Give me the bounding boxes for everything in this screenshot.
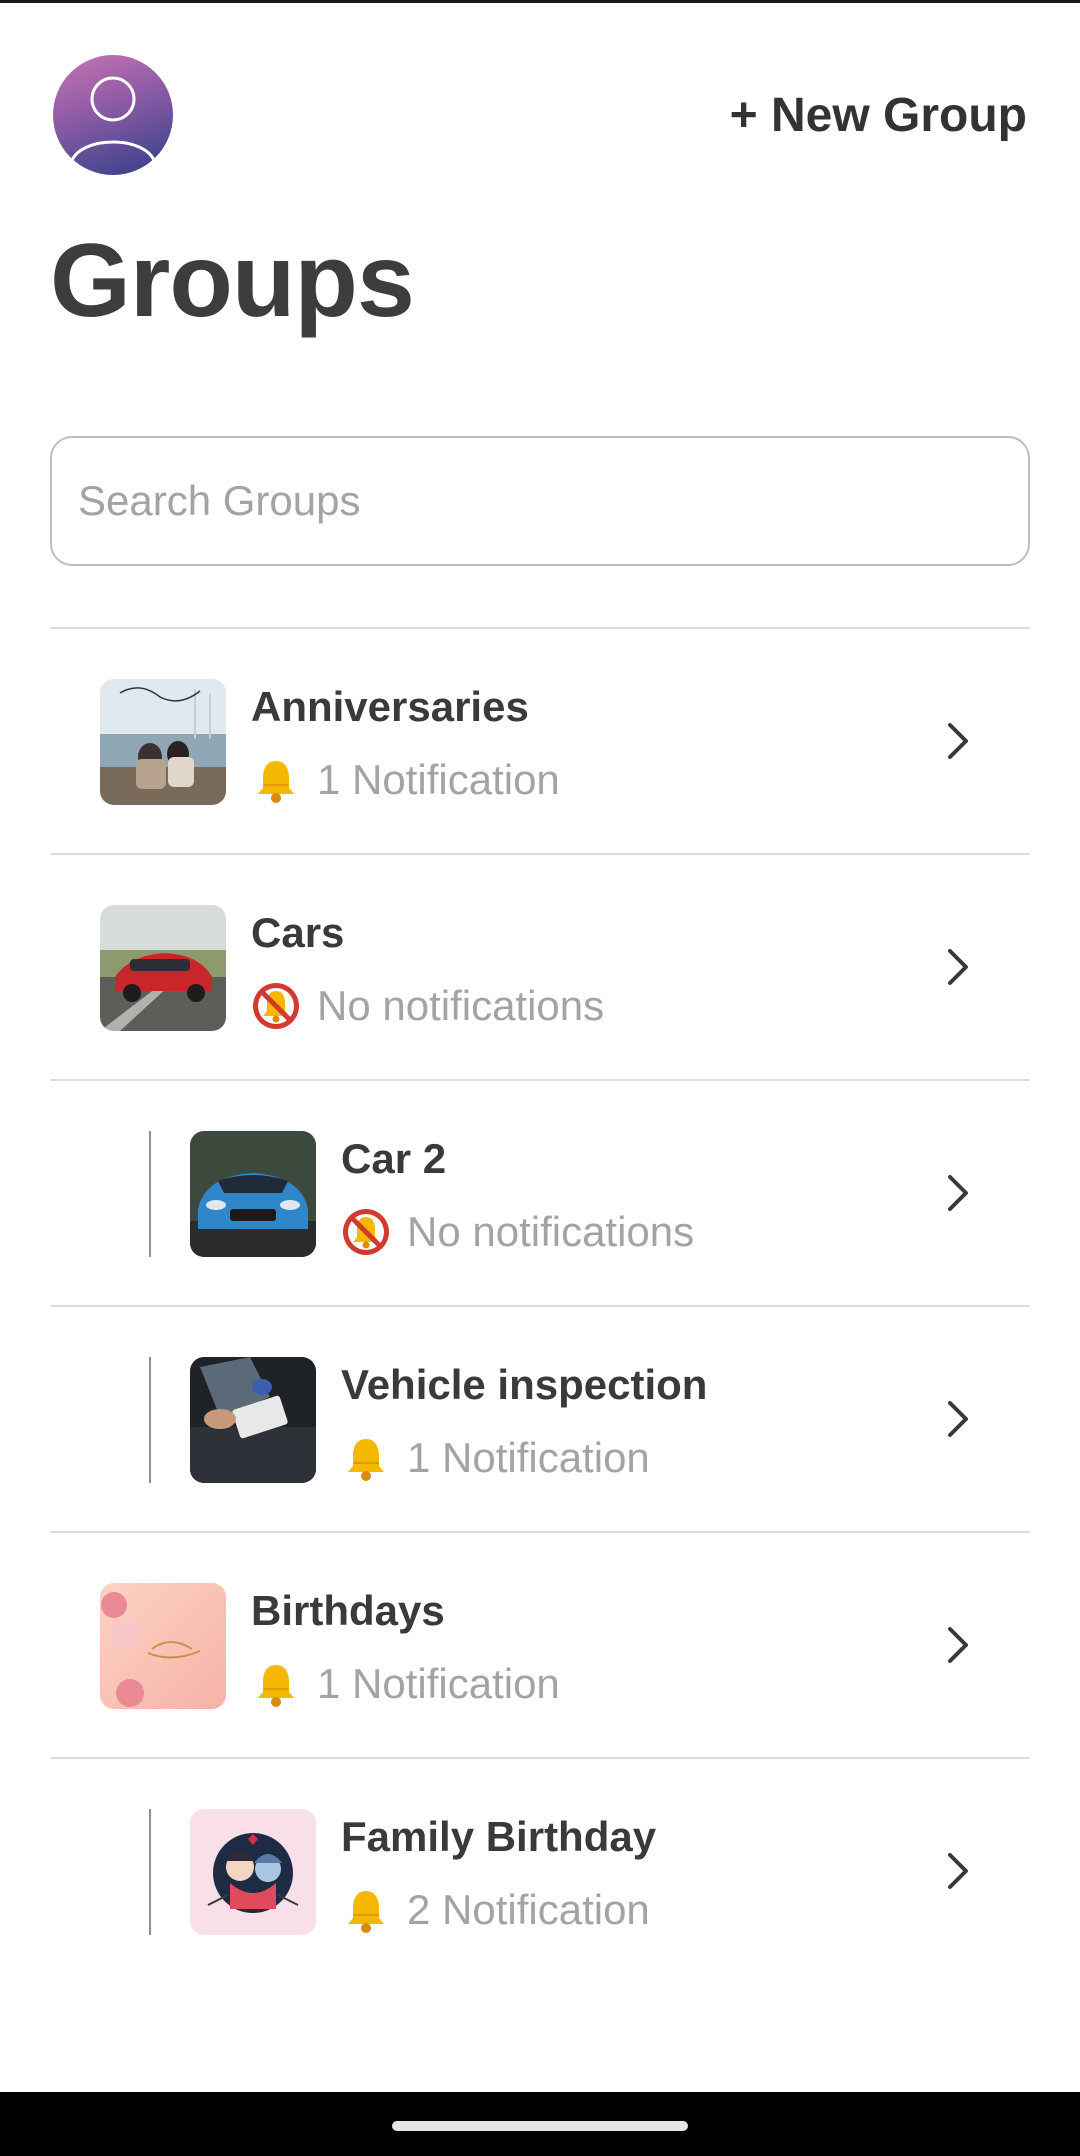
- group-notification-status: 1 Notification: [341, 1433, 650, 1483]
- group-notification-status: 1 Notification: [251, 755, 560, 805]
- group-title: Anniversaries: [251, 683, 529, 730]
- notification-text: No notifications: [407, 1208, 695, 1255]
- bell-icon: [258, 761, 294, 803]
- group-notification-status: No notifications: [251, 981, 604, 1031]
- group-thumbnail: [100, 679, 226, 805]
- system-navigation-bar: [0, 2092, 1080, 2156]
- group-title: Car 2: [341, 1135, 447, 1182]
- user-avatar-icon: [69, 76, 157, 164]
- search-input[interactable]: [52, 438, 1028, 564]
- group-notification-status: No notifications: [341, 1207, 694, 1257]
- group-title: Cars: [251, 909, 345, 956]
- chevron-right-icon: [948, 1853, 968, 1889]
- bell-icon: [348, 1439, 384, 1481]
- group-list: Anniversaries 1 Notification Cars No not…: [50, 627, 1030, 1983]
- chevron-right-icon: [948, 949, 968, 985]
- group-row-car-2[interactable]: Car 2 No notifications: [50, 1081, 1030, 1305]
- notification-text: 2 Notification: [407, 1886, 650, 1933]
- search-box[interactable]: [50, 436, 1030, 566]
- group-title: Family Birthday: [341, 1813, 657, 1860]
- group-row-family-birthday[interactable]: Family Birthday 2 Notification: [50, 1759, 1030, 1983]
- group-title: Birthdays: [251, 1587, 445, 1634]
- new-group-button[interactable]: + New Group: [730, 88, 1027, 143]
- chevron-right-icon: [948, 1627, 968, 1663]
- notification-text: No notifications: [317, 982, 605, 1029]
- group-title: Vehicle inspection: [341, 1361, 708, 1408]
- chevron-right-icon: [948, 1175, 968, 1211]
- group-row-birthdays[interactable]: Birthdays 1 Notification: [50, 1533, 1030, 1757]
- group-row-vehicle-inspection[interactable]: Vehicle inspection 1 Notification: [50, 1307, 1030, 1531]
- notification-text: 1 Notification: [407, 1434, 650, 1481]
- group-thumbnail: [190, 1357, 316, 1483]
- group-notification-status: 1 Notification: [251, 1659, 560, 1709]
- bell-muted-icon: [253, 983, 299, 1029]
- nesting-indicator: [149, 1809, 151, 1935]
- group-notification-status: 2 Notification: [341, 1885, 650, 1935]
- group-thumbnail: [190, 1809, 316, 1935]
- chevron-right-icon: [948, 723, 968, 759]
- bell-icon: [348, 1891, 384, 1933]
- page-title: Groups: [50, 223, 415, 339]
- notification-text: 1 Notification: [317, 1660, 560, 1707]
- nesting-indicator: [149, 1357, 151, 1483]
- chevron-right-icon: [948, 1401, 968, 1437]
- group-row-anniversaries[interactable]: Anniversaries 1 Notification: [50, 629, 1030, 853]
- header: + New Group: [0, 0, 1080, 200]
- notification-text: 1 Notification: [317, 756, 560, 803]
- home-gesture-handle[interactable]: [392, 2121, 688, 2131]
- group-row-cars[interactable]: Cars No notifications: [50, 855, 1030, 1079]
- profile-avatar[interactable]: [53, 55, 173, 175]
- bell-icon: [258, 1665, 294, 1707]
- bell-muted-icon: [343, 1209, 389, 1255]
- group-thumbnail: [190, 1131, 316, 1257]
- group-thumbnail: [100, 905, 226, 1031]
- group-thumbnail: [100, 1583, 226, 1709]
- nesting-indicator: [149, 1131, 151, 1257]
